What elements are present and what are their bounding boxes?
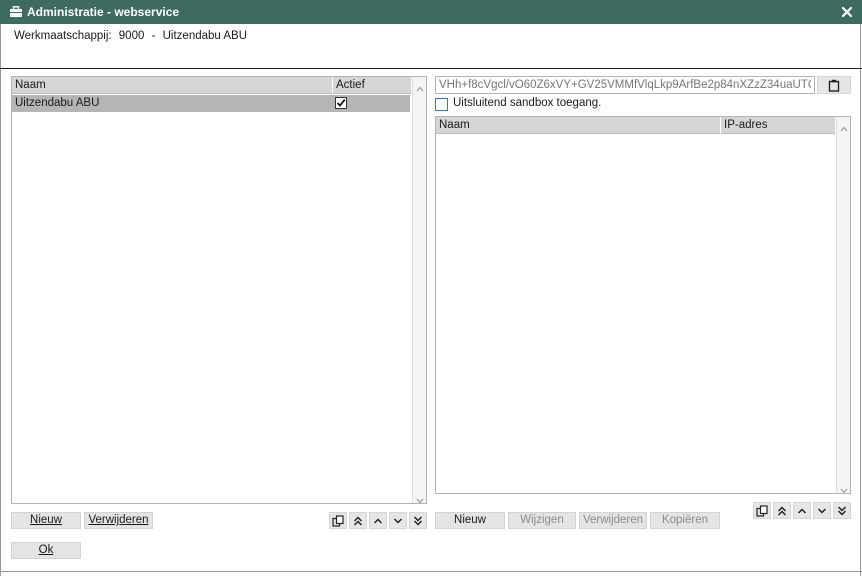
row-actief-checkbox[interactable]: [335, 97, 347, 109]
edit-ip-button[interactable]: Wijzigen: [508, 512, 576, 529]
close-icon[interactable]: [840, 5, 854, 19]
column-naam[interactable]: Naam: [436, 117, 721, 134]
column-actief[interactable]: Actief: [333, 77, 412, 94]
sandbox-only-label: Uitsluitend sandbox toegang.: [453, 97, 602, 109]
column-naam[interactable]: Naam: [12, 77, 333, 94]
scroll-up-icon[interactable]: [840, 121, 848, 132]
briefcase-icon: [9, 6, 23, 18]
header-divider: [0, 68, 862, 69]
ip-grid-header: Naam IP-adres: [436, 117, 836, 134]
column-ip-adres[interactable]: IP-adres: [721, 117, 836, 134]
scroll-up-icon[interactable]: [416, 81, 424, 92]
company-name: Uitzendabu ABU: [162, 30, 248, 42]
window-border-bottom: [0, 571, 862, 572]
scroll-down-icon[interactable]: [416, 493, 424, 504]
move-up-icon[interactable]: [793, 502, 811, 519]
title-bar: Administratie - webservice: [0, 0, 862, 24]
window-border-right: [860, 24, 861, 576]
scroll-down-icon[interactable]: [840, 483, 848, 494]
sandbox-only-checkbox[interactable]: [435, 98, 448, 111]
move-top-icon[interactable]: [773, 502, 791, 519]
ok-label: Ok: [38, 544, 54, 556]
grid-header: Naam Actief: [12, 77, 412, 94]
delete-label: Verwijderen: [88, 514, 149, 526]
ok-button[interactable]: Ok: [11, 542, 81, 559]
new-label: Nieuw: [30, 514, 62, 526]
window-title: Administratie - webservice: [27, 5, 180, 19]
left-grid-scrollbar[interactable]: [412, 77, 426, 504]
company-separator: -: [151, 30, 156, 42]
company-code: 9000: [118, 30, 145, 42]
move-down-icon[interactable]: [389, 512, 407, 529]
administration-grid[interactable]: Naam Actief Uitzendabu ABU: [11, 76, 427, 504]
move-down-icon[interactable]: [813, 502, 831, 519]
delete-ip-button[interactable]: Verwijderen: [579, 512, 647, 529]
delete-administration-button[interactable]: Verwijderen: [84, 512, 153, 529]
company-info: Werkmaatschappij: 9000 - Uitzendabu ABU: [14, 30, 251, 42]
move-bottom-icon[interactable]: [409, 512, 427, 529]
new-ip-button[interactable]: Nieuw: [435, 512, 505, 529]
copy-ip-button[interactable]: Kopiëren: [650, 512, 720, 529]
move-top-icon[interactable]: [349, 512, 367, 529]
move-bottom-icon[interactable]: [833, 502, 851, 519]
clipboard-icon[interactable]: [817, 76, 851, 94]
copy-icon[interactable]: [329, 512, 347, 529]
move-up-icon[interactable]: [369, 512, 387, 529]
company-label: Werkmaatschappij:: [14, 30, 112, 42]
window-border-left: [0, 24, 1, 576]
copy-icon[interactable]: [753, 502, 771, 519]
ip-address-grid[interactable]: Naam IP-adres: [435, 116, 851, 494]
new-administration-button[interactable]: Nieuw: [11, 512, 81, 529]
ip-grid-scrollbar[interactable]: [836, 117, 850, 494]
table-row[interactable]: Uitzendabu ABU: [12, 95, 410, 112]
webservice-key-input[interactable]: [435, 76, 815, 94]
row-naam: Uitzendabu ABU: [15, 97, 100, 109]
